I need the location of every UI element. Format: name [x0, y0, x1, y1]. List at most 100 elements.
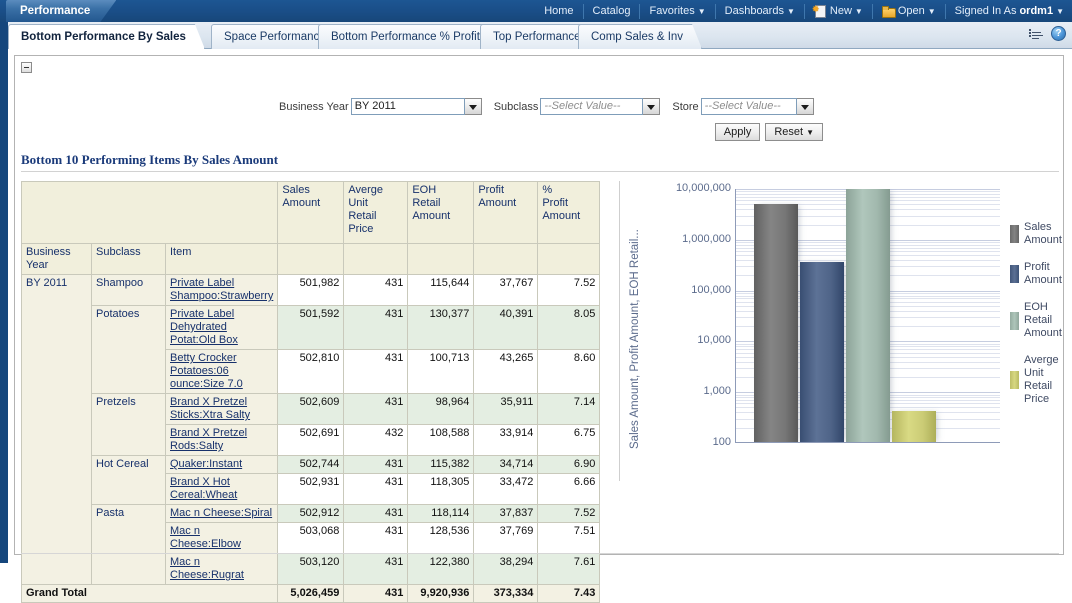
item-link[interactable]: Brand X PretzelSticks:Xtra Salty — [170, 396, 273, 422]
cell-eoh-retail-amount: 128,536 — [408, 523, 474, 554]
cell-item[interactable]: Private LabelShampoo:Strawberry — [166, 275, 278, 306]
header-profit-amount[interactable]: Profit Amount — [474, 182, 538, 244]
prompt-business-year[interactable]: BY 2011 — [351, 98, 482, 115]
nav-item-favorites[interactable]: Favorites ▼ — [640, 4, 715, 19]
nav-item-catalog[interactable]: Catalog — [584, 4, 641, 19]
page-options-icon[interactable] — [1029, 27, 1044, 41]
cell-subclass[interactable]: Pasta — [92, 505, 166, 585]
header-eoh-retail-amount[interactable]: EOH Retail Amount — [408, 182, 474, 244]
bar-eoh-retail-amount[interactable] — [846, 189, 890, 443]
cell-profit-amount: 35,911 — [474, 394, 538, 425]
header-averge-unit-retail-price[interactable]: Averge Unit Retail Price — [344, 182, 408, 244]
cell-item[interactable]: Mac n Cheese:Rugrat — [166, 554, 278, 585]
nav-item-new[interactable]: New ▼ — [805, 4, 873, 19]
item-link[interactable]: Betty CrockerPotatoes:06ounce:Size 7.0 — [170, 352, 273, 391]
cell-subclass[interactable]: Shampoo — [92, 275, 166, 306]
header-line: Retail — [412, 197, 469, 210]
header-item[interactable]: Item — [166, 244, 278, 275]
chevron-down-icon[interactable] — [643, 98, 660, 115]
apply-button[interactable]: Apply — [715, 123, 761, 141]
tab-comp-sales-and-inv[interactable]: Comp Sales & Inv — [578, 24, 702, 49]
cell-item[interactable]: Brand X HotCereal:Wheat — [166, 474, 278, 505]
prompt-store[interactable]: --Select Value-- — [701, 98, 814, 115]
header-line: Amount — [478, 197, 533, 210]
grand-total-aurp: 431 — [344, 585, 408, 603]
item-link[interactable]: Brand X HotCereal:Wheat — [170, 476, 273, 502]
global-header-bar: Performance Home Catalog Favorites ▼ Das… — [0, 0, 1072, 22]
page-tab-tools: ? — [1029, 26, 1066, 41]
header-pct-profit-amount[interactable]: % Profit Amount — [538, 182, 600, 244]
nav-item-favorites-label: Favorites — [649, 4, 694, 19]
nav-item-home[interactable]: Home — [535, 4, 583, 19]
cell-eoh-retail-amount: 122,380 — [408, 554, 474, 585]
help-icon[interactable]: ? — [1051, 26, 1066, 41]
cell-item[interactable]: Mac n Cheese:Spiral — [166, 505, 278, 523]
legend-swatch — [1010, 225, 1019, 243]
cell-item[interactable]: Brand X PretzelRods:Salty — [166, 425, 278, 456]
cell-pct-profit-amount: 7.52 — [538, 505, 600, 523]
reset-button[interactable]: Reset▼ — [765, 123, 823, 141]
cell-eoh-retail-amount: 98,964 — [408, 394, 474, 425]
cell-item[interactable]: Quaker:Instant — [166, 456, 278, 474]
grand-total-label: Grand Total — [22, 585, 278, 603]
item-link[interactable]: Mac n Cheese:Rugrat — [170, 556, 273, 582]
item-link[interactable]: Private LabelShampoo:Strawberry — [170, 277, 273, 303]
table-dimension-header-row: Business Year Subclass Item — [22, 244, 600, 275]
header-line: Retail — [348, 210, 403, 223]
prompt-store-value[interactable]: --Select Value-- — [701, 98, 797, 115]
nav-item-open[interactable]: Open ▼ — [873, 4, 946, 19]
chevron-down-icon: ▼ — [787, 8, 795, 16]
cell-subclass[interactable]: Pretzels — [92, 394, 166, 456]
chevron-down-icon[interactable] — [797, 98, 814, 115]
cell-subclass[interactable]: Potatoes — [92, 306, 166, 394]
prompt-subclass[interactable]: --Select Value-- — [540, 98, 660, 115]
item-link[interactable]: Mac n Cheese:Spiral — [170, 507, 273, 520]
prompt-subclass-value[interactable]: --Select Value-- — [540, 98, 643, 115]
collapse-section-button[interactable] — [21, 62, 32, 73]
product-tab[interactable]: Performance — [6, 0, 116, 22]
chart-y-axis-ticks: 10,000,0001,000,000100,00010,0001,000100 — [637, 181, 731, 446]
header-line: Amount — [282, 197, 339, 210]
cell-subclass[interactable]: Hot Cereal — [92, 456, 166, 505]
legend-item[interactable]: EOHRetailAmount — [1010, 301, 1072, 340]
table-row: BY 2011ShampooPrivate LabelShampoo:Straw… — [22, 275, 600, 306]
cell-item[interactable]: Private LabelDehydratedPotat:Old Box — [166, 306, 278, 350]
item-link[interactable]: Private LabelDehydratedPotat:Old Box — [170, 308, 273, 347]
legend-item[interactable]: AvergeUnitRetailPrice — [1010, 354, 1072, 406]
chevron-down-icon[interactable] — [465, 98, 482, 115]
bar-averge-unit-retail-price[interactable] — [892, 411, 936, 443]
legend-item[interactable]: ProfitAmount — [1010, 261, 1072, 287]
cell-item[interactable]: Betty CrockerPotatoes:06ounce:Size 7.0 — [166, 350, 278, 394]
tab-bottom-performance-by-sales[interactable]: Bottom Performance By Sales — [8, 24, 205, 49]
signed-in-as[interactable]: Signed In As ordm1 ▼ — [946, 4, 1068, 19]
legend-swatch — [1010, 371, 1019, 389]
item-link[interactable]: Quaker:Instant — [170, 458, 273, 471]
bar-profit-amount[interactable] — [800, 262, 844, 443]
header-line: Profit — [542, 197, 595, 210]
prompt-business-year-value[interactable]: BY 2011 — [351, 98, 465, 115]
cell-sales-amount: 501,592 — [278, 306, 344, 350]
cell-item[interactable]: Mac n Cheese:Elbow — [166, 523, 278, 554]
cell-pct-profit-amount: 7.14 — [538, 394, 600, 425]
header-sales-amount[interactable]: Sales Amount Sales Amount — [278, 182, 344, 244]
nav-item-home-label: Home — [544, 4, 573, 19]
cell-item[interactable]: Brand X PretzelSticks:Xtra Salty — [166, 394, 278, 425]
header-subclass[interactable]: Subclass — [92, 244, 166, 275]
nav-item-dashboards[interactable]: Dashboards ▼ — [716, 4, 805, 19]
prompt-row: Business Year BY 2011 Subclass --Select … — [279, 98, 1072, 115]
chevron-down-icon: ▼ — [928, 8, 936, 16]
tab-bottom-performance-pct-profit[interactable]: Bottom Performance % Profit — [318, 24, 499, 49]
dashboard-page-tabs: Bottom Performance By Sales Space Perfor… — [0, 22, 1072, 49]
prompt-panel: Business Year BY 2011 Subclass --Select … — [15, 56, 1063, 145]
item-link[interactable]: Brand X PretzelRods:Salty — [170, 427, 273, 453]
left-rail — [0, 49, 8, 563]
bar-sales-amount[interactable] — [754, 204, 798, 443]
signed-in-as-label: Signed In As — [955, 4, 1017, 19]
header-business-year[interactable]: Business Year — [22, 244, 92, 275]
legend-item[interactable]: SalesAmount — [1010, 221, 1072, 247]
header-corner-blank — [22, 182, 278, 244]
header-spacer — [278, 244, 344, 275]
cell-profit-amount: 38,294 — [474, 554, 538, 585]
item-link[interactable]: Mac n Cheese:Elbow — [170, 525, 273, 551]
cell-sales-amount: 502,931 — [278, 474, 344, 505]
